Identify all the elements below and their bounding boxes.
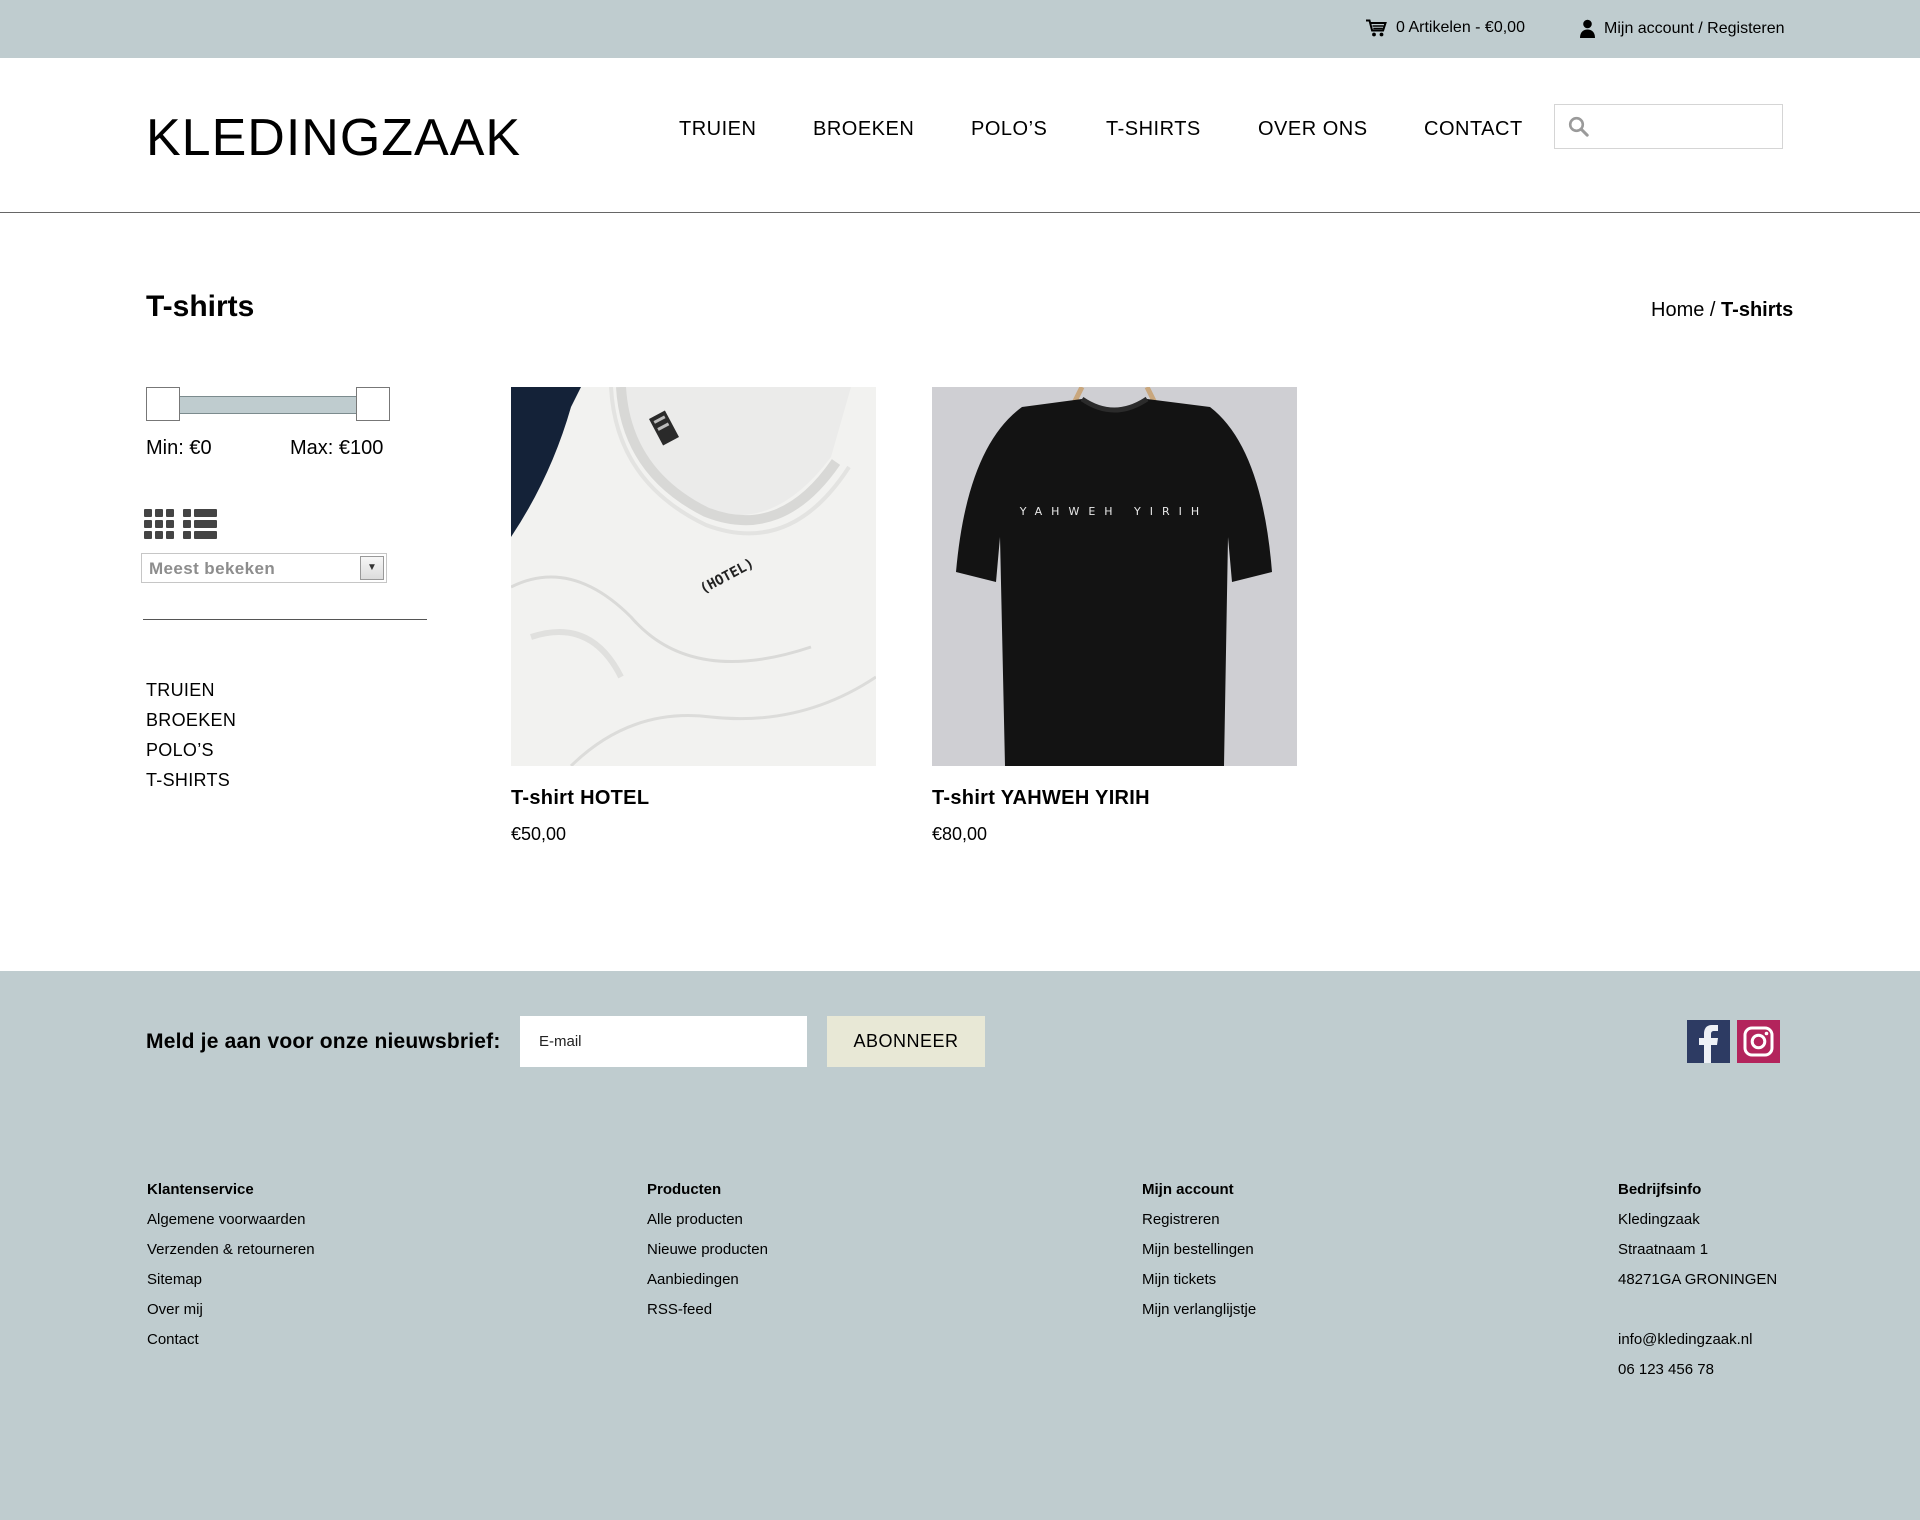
footer-link[interactable]: Mijn verlanglijstje [1142,1301,1256,1331]
instagram-icon[interactable] [1737,1020,1780,1063]
company-email[interactable]: info@kledingzaak.nl [1618,1331,1777,1361]
footer-column-title: Mijn account [1142,1181,1234,1198]
user-icon [1580,19,1595,38]
breadcrumb-separator: / [1709,299,1716,321]
account-link[interactable]: Mijn account / Registeren [1580,19,1785,38]
category-truien[interactable]: TRUIEN [146,679,236,709]
company-city: 48271GA GRONINGEN [1618,1271,1778,1288]
search-box [1554,104,1783,149]
nav-item-truien[interactable]: TRUIEN [679,118,756,141]
sort-selected-value: Meest bekeken [149,559,276,578]
footer-link[interactable]: Verzenden & retourneren [147,1241,315,1271]
breadcrumb: Home / T-shirts [1651,299,1793,322]
category-t-shirts[interactable]: T-SHIRTS [146,769,236,799]
footer-column-mijn-account: Mijn account Registreren Mijn bestelling… [1142,1181,1256,1331]
footer-link[interactable]: Registreren [1142,1211,1256,1241]
cart-icon [1366,19,1387,37]
footer-link[interactable]: Alle producten [647,1211,768,1241]
footer-link[interactable]: Sitemap [147,1271,315,1301]
nav-item-contact[interactable]: CONTACT [1424,118,1523,141]
sidebar-divider [143,619,427,620]
price-min-label: Min: €0 [146,437,212,459]
chevron-down-icon[interactable]: ▼ [360,556,384,580]
footer-link[interactable]: Nieuwe producten [647,1241,768,1271]
list-view-icon[interactable] [183,509,217,539]
footer-column-klantenservice: Klantenservice Algemene voorwaarden Verz… [147,1181,315,1361]
site-header: KLEDINGZAAK TRUIEN BROEKEN POLO’S T-SHIR… [0,58,1920,213]
account-label: Mijn account / Registeren [1604,19,1785,37]
newsletter-label: Meld je aan voor onze nieuwsbrief: [146,1030,501,1053]
grid-view-icon[interactable] [144,509,174,539]
subscribe-button[interactable]: ABONNEER [827,1016,985,1067]
top-bar: 0 Artikelen - €0,00 Mijn account / Regis… [0,0,1920,58]
price-max-handle[interactable] [356,387,390,421]
company-name: Kledingzaak [1618,1211,1700,1228]
nav-item-polos[interactable]: POLO’S [971,118,1047,141]
category-broeken[interactable]: BROEKEN [146,709,236,739]
product-image-hotel[interactable]: (HOTEL) [511,387,876,766]
price-min-handle[interactable] [146,387,180,421]
product-name[interactable]: T-shirt YAHWEH YIRIH [932,787,1297,810]
product-print-text: YAHWEH YIRIH [1019,505,1208,518]
site-logo[interactable]: KLEDINGZAAK [146,108,521,168]
footer-column-title: Producten [647,1181,722,1198]
footer-link[interactable]: Over mij [147,1301,315,1331]
product-card: YAHWEH YIRIH T-shirt YAHWEH YIRIH €80,00 [932,387,1297,845]
company-street: Straatnaam 1 [1618,1241,1709,1258]
product-card: (HOTEL) T-shirt HOTEL €50,00 [511,387,876,845]
footer-column-title: Klantenservice [147,1181,254,1198]
product-image-yahweh-yirih[interactable]: YAHWEH YIRIH [932,387,1297,766]
search-icon[interactable] [1568,116,1589,137]
nav-item-over-ons[interactable]: OVER ONS [1258,118,1368,141]
footer-column-producten: Producten Alle producten Nieuwe producte… [647,1181,768,1331]
footer-link[interactable]: Mijn tickets [1142,1271,1256,1301]
breadcrumb-home[interactable]: Home [1651,299,1704,321]
breadcrumb-current: T-shirts [1721,299,1794,321]
product-price: €80,00 [932,824,988,844]
price-max-label: Max: €100 [290,437,384,459]
newsletter-email-input[interactable] [520,1016,807,1067]
footer-link[interactable]: Contact [147,1331,315,1361]
site-footer: Meld je aan voor onze nieuwsbrief: ABONN… [0,971,1920,1520]
page-title: T-shirts [146,290,255,323]
footer-link[interactable]: Aanbiedingen [647,1271,768,1301]
category-polos[interactable]: POLO’S [146,739,236,769]
price-range-slider[interactable] [146,387,390,421]
sort-select[interactable]: Meest bekeken ▼ [141,553,387,583]
cart-summary: 0 Artikelen - €0,00 [1396,19,1525,36]
company-spacer [1618,1301,1777,1331]
cart-link[interactable]: 0 Artikelen - €0,00 [1366,19,1525,37]
product-price: €50,00 [511,824,567,844]
nav-item-t-shirts[interactable]: T-SHIRTS [1106,118,1201,141]
facebook-icon[interactable] [1687,1020,1730,1063]
footer-link[interactable]: Mijn bestellingen [1142,1241,1256,1271]
footer-column-bedrijfsinfo: Bedrijfsinfo Kledingzaak Straatnaam 1 48… [1618,1181,1777,1391]
footer-link[interactable]: Algemene voorwaarden [147,1211,315,1241]
price-range-track[interactable] [146,396,390,414]
company-phone: 06 123 456 78 [1618,1361,1714,1378]
footer-column-title: Bedrijfsinfo [1618,1181,1702,1198]
search-input[interactable] [1599,111,1774,143]
footer-link[interactable]: RSS-feed [647,1301,768,1331]
nav-item-broeken[interactable]: BROEKEN [813,118,914,141]
product-name[interactable]: T-shirt HOTEL [511,787,876,810]
category-list: TRUIEN BROEKEN POLO’S T-SHIRTS [146,679,236,799]
